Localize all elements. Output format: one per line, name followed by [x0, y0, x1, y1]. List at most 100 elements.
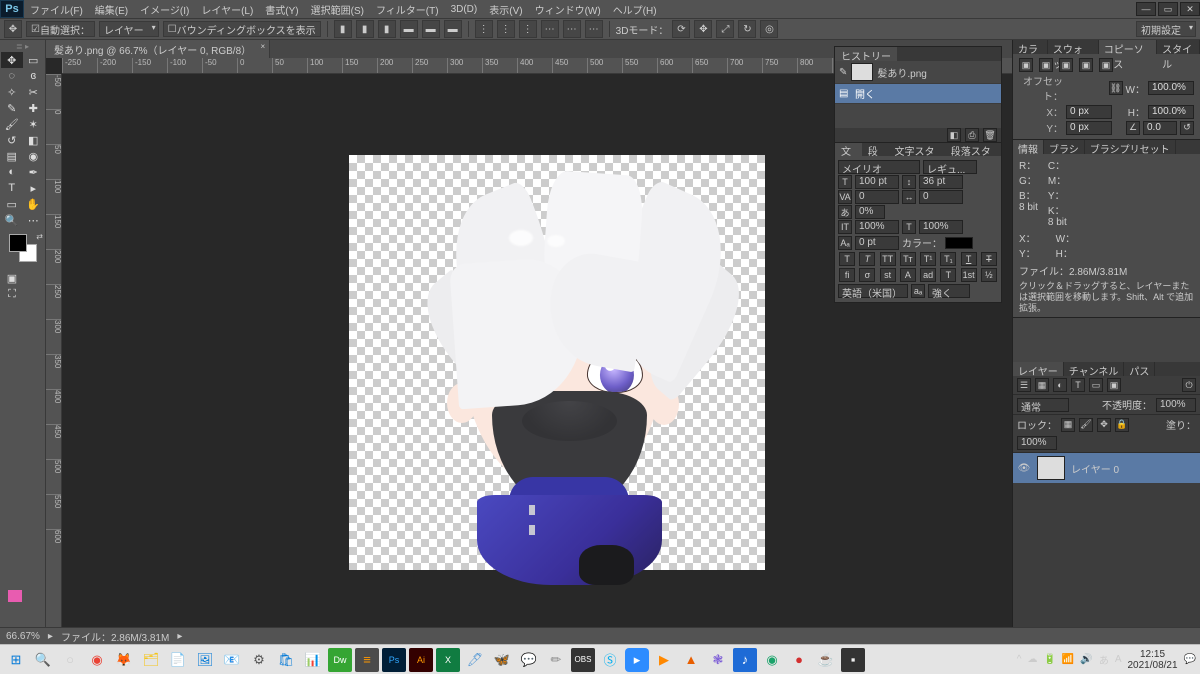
record-icon[interactable]: ●	[787, 648, 811, 672]
notepad-icon[interactable]: 📄	[166, 648, 190, 672]
charstyle-tab[interactable]: 文字スタイル	[889, 142, 945, 156]
distribute-v2-icon[interactable]: ⋯	[563, 20, 581, 38]
skype-icon[interactable]: Ⓢ	[598, 648, 622, 672]
hand-tool[interactable]: ✋	[23, 196, 45, 212]
app-icon-1[interactable]: 🖊	[463, 648, 487, 672]
zoom-tool[interactable]: 🔍	[1, 212, 23, 228]
photoshop-taskbar-icon[interactable]: Ps	[382, 648, 406, 672]
clone-src-2-icon[interactable]: ▣	[1039, 58, 1053, 72]
app-icon-3[interactable]: ✏	[544, 648, 568, 672]
app-icon-4[interactable]: ❃	[706, 648, 730, 672]
reset-transform-icon[interactable]: ↺	[1180, 121, 1194, 135]
distribute-v3-icon[interactable]: ⋯	[585, 20, 603, 38]
fill-input[interactable]: 100%	[1017, 436, 1057, 450]
zoom-arrow-icon[interactable]: ▸	[48, 631, 53, 642]
new-document-icon[interactable]: ⎙	[965, 128, 979, 142]
blur-tool[interactable]: ◉	[23, 148, 45, 164]
paths-tab[interactable]: パス	[1124, 362, 1155, 376]
music-icon[interactable]: ♪	[733, 648, 757, 672]
file-info-readout[interactable]: ファイル：2.86M/3.81M	[61, 629, 169, 644]
ruler-vertical[interactable]: -50050100150200250300350400450500550600	[46, 74, 62, 627]
filter-pixel-icon[interactable]: ▦	[1035, 378, 1049, 392]
antialias-select[interactable]: 強く	[928, 284, 970, 298]
menu-edit[interactable]: 編集(E)	[89, 0, 134, 19]
angle-input[interactable]: 0.0	[1143, 121, 1177, 135]
history-step-row[interactable]: ▤ 開く	[835, 84, 1001, 104]
tray-volume-icon[interactable]: 🔊	[1080, 654, 1092, 665]
smallcaps-button[interactable]: Tᴛ	[900, 252, 916, 266]
outlook-icon[interactable]: 📧	[220, 648, 244, 672]
history-document-row[interactable]: ✎ 髪あり.png	[835, 61, 1001, 84]
lock-transparency-icon[interactable]: ▦	[1061, 418, 1075, 432]
menu-layer[interactable]: レイヤー(L)	[195, 0, 259, 19]
ot-contextual-button[interactable]: σ	[859, 268, 875, 282]
obs-icon[interactable]: OBS	[571, 648, 595, 672]
move-tool[interactable]: ✥	[1, 52, 23, 68]
history-brush-tool[interactable]: ↺	[1, 132, 23, 148]
document-canvas[interactable]	[349, 155, 765, 570]
italic-button[interactable]: T	[859, 252, 875, 266]
chrome-icon[interactable]: ◉	[85, 648, 109, 672]
show-bbox-checkbox[interactable]: ☐ バウンディングボックスを表示	[163, 21, 321, 37]
firefox-icon[interactable]: 🦊	[112, 648, 136, 672]
mode3d-zoom-icon[interactable]: ⤢	[716, 20, 734, 38]
tray-cloud-icon[interactable]: ☁	[1027, 654, 1037, 665]
new-snapshot-icon[interactable]: ◧	[947, 128, 961, 142]
bold-button[interactable]: T	[839, 252, 855, 266]
search-icon[interactable]: 🔍	[31, 648, 55, 672]
path-select-tool[interactable]: ▸	[23, 180, 45, 196]
allcaps-button[interactable]: TT	[880, 252, 896, 266]
media-player-icon[interactable]: ▶	[652, 648, 676, 672]
clone-tool[interactable]: ✶	[23, 116, 45, 132]
mode3d-orbit-icon[interactable]: ⟳	[672, 20, 690, 38]
layer-row-0[interactable]: 👁 レイヤー 0	[1013, 453, 1200, 483]
subscript-button[interactable]: T₁	[940, 252, 956, 266]
start-button[interactable]: ⊞	[4, 648, 28, 672]
menu-filter[interactable]: フィルター(T)	[370, 0, 445, 19]
taskbar-clock[interactable]: 12:15 2021/08/21	[1127, 649, 1177, 671]
discord-icon[interactable]: 💬	[517, 648, 541, 672]
tools-grip[interactable]: ≣ ▸	[1, 42, 44, 50]
workspace-switcher[interactable]: 初期設定	[1136, 21, 1196, 37]
dodge-tool[interactable]: ◐	[1, 164, 23, 180]
tray-ime-icon[interactable]: あ	[1099, 652, 1109, 667]
zoom-readout[interactable]: 66.67%	[6, 631, 40, 642]
opacity-input[interactable]: 100%	[1156, 398, 1196, 412]
ot-swash-button[interactable]: A	[900, 268, 916, 282]
minimize-button[interactable]: —	[1136, 2, 1156, 16]
mode3d-roll-icon[interactable]: ↻	[738, 20, 756, 38]
photos-icon[interactable]: 🖼	[193, 648, 217, 672]
parastyle-tab[interactable]: 段落スタイル	[945, 142, 1001, 156]
zoom-icon[interactable]: ▸	[625, 648, 649, 672]
auto-select-checkbox[interactable]: ☑ 自動選択：	[26, 21, 95, 37]
foreground-swatch[interactable]	[9, 234, 27, 252]
gradient-tool[interactable]: ▤	[1, 148, 23, 164]
artboard-tool[interactable]: ▭	[23, 52, 45, 68]
healing-tool[interactable]: ✚	[23, 100, 45, 116]
store-icon[interactable]: 🛍	[274, 648, 298, 672]
filter-type-icon[interactable]: T	[1071, 378, 1085, 392]
history-tab[interactable]: ヒストリー	[835, 47, 897, 61]
clone-src-3-icon[interactable]: ▣	[1059, 58, 1073, 72]
vscale-input[interactable]: 100%	[855, 220, 899, 234]
language-select[interactable]: 英語（米国）	[838, 284, 908, 298]
underline-button[interactable]: T	[961, 252, 977, 266]
ot-ligatures-button[interactable]: fi	[839, 268, 855, 282]
menu-3d[interactable]: 3D(D)	[445, 2, 484, 17]
w-input[interactable]: 100.0%	[1148, 81, 1194, 95]
mode3d-pan-icon[interactable]: ✥	[694, 20, 712, 38]
copy-source-tab[interactable]: コピーソース	[1099, 40, 1157, 54]
edit-toolbar[interactable]: ⋯	[23, 212, 45, 228]
style-tab[interactable]: スタイル	[1157, 40, 1200, 54]
tray-chevron-icon[interactable]: ^	[1017, 654, 1022, 665]
layers-tab[interactable]: レイヤー	[1013, 362, 1064, 376]
y-input[interactable]: 0 px	[1066, 121, 1112, 135]
delete-history-icon[interactable]: 🗑	[983, 128, 997, 142]
font-style-select[interactable]: レギュ...	[923, 160, 977, 174]
brush-tool[interactable]: 🖌	[1, 116, 23, 132]
strikethrough-button[interactable]: T	[981, 252, 997, 266]
character-panel[interactable]: 文字 段落 文字スタイル 段落スタイル メイリオ レギュ... T 100 pt…	[834, 141, 1002, 303]
font-family-select[interactable]: メイリオ	[838, 160, 920, 174]
distribute-h1-icon[interactable]: ⋮	[475, 20, 493, 38]
leading-input[interactable]: 36 pt	[919, 175, 963, 189]
